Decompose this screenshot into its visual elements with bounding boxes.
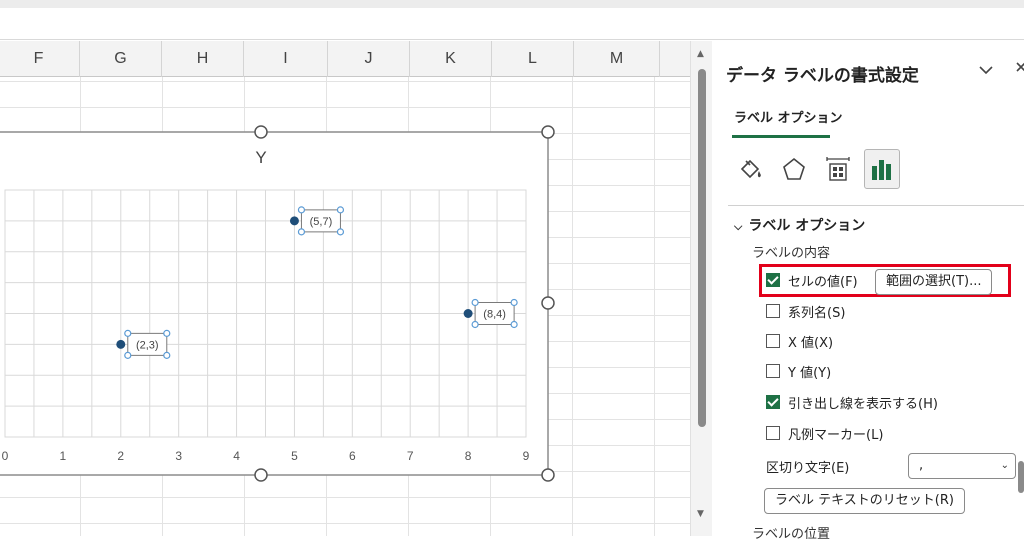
top-strip (0, 0, 1024, 8)
chevron-down-icon[interactable]: ⌵ (734, 220, 742, 234)
option-label: Y 値(Y) (788, 365, 832, 381)
separator-label: 区切り文字(E) (766, 461, 850, 476)
scroll-down-icon[interactable]: ▼ (697, 509, 704, 519)
option-label: セルの値(F) (788, 274, 858, 290)
label-resize-handle[interactable] (336, 228, 345, 236)
x-tick-label: 6 (349, 449, 356, 463)
data-point[interactable] (116, 339, 126, 349)
option-series-name[interactable]: 系列名(S) (766, 300, 845, 322)
label-position-heading: ラベルの位置 (752, 527, 831, 542)
select-range-button[interactable]: 範囲の選択(T)... (875, 269, 993, 295)
section-label-options[interactable]: ⌵ ラベル オプション (734, 215, 865, 235)
data-point[interactable] (289, 216, 299, 226)
label-resize-handle[interactable] (336, 206, 345, 214)
scrollbar-thumb[interactable] (698, 69, 706, 427)
option-label: X 値(X) (788, 335, 834, 351)
option-label: 引き出し線を表示する(H) (788, 396, 938, 412)
chevron-down-icon[interactable]: ⌄ (1001, 454, 1009, 478)
pane-title: データ ラベルの書式設定 (726, 66, 919, 86)
data-label[interactable]: (2,3) (124, 329, 171, 359)
option-leader-lines[interactable]: 引き出し線を表示する(H) (766, 391, 938, 413)
x-tick-label: 1 (60, 449, 67, 463)
label-resize-handle[interactable] (163, 329, 171, 337)
data-point[interactable] (463, 309, 473, 318)
option-label: 凡例マーカー(L) (788, 427, 884, 443)
checkbox-y-value[interactable] (766, 364, 780, 378)
checkbox-series-name[interactable] (766, 304, 780, 318)
data-label-text[interactable]: (5,7) (310, 216, 333, 228)
bar-chart-icon[interactable] (864, 149, 900, 189)
option-label: 系列名(S) (788, 305, 846, 321)
worksheet[interactable]: F G H I J K L M Y 0123456789 (5,7) (2,3)(… (0, 41, 690, 536)
close-icon[interactable] (1016, 59, 1024, 78)
x-tick-label: 4 (233, 449, 240, 463)
scroll-up-icon[interactable]: ▲ (697, 49, 704, 59)
resize-handle-bottom[interactable] (254, 468, 268, 482)
checkbox-leader-lines[interactable] (766, 395, 780, 409)
label-resize-handle[interactable] (471, 298, 479, 307)
x-tick-label: 2 (117, 449, 124, 463)
label-resize-handle[interactable] (124, 329, 132, 337)
data-label[interactable]: (5,7) (297, 206, 345, 236)
pane-scrollbar-thumb[interactable] (1018, 461, 1024, 493)
format-data-labels-pane: データ ラベルの書式設定 ラベル オプション ⌵ ラベル オプション ラベルの内容… (712, 41, 1024, 542)
formula-bar[interactable] (0, 8, 1024, 40)
pane-divider (728, 205, 1024, 206)
label-resize-handle[interactable] (510, 320, 518, 329)
checkbox-x-value[interactable] (766, 334, 780, 348)
label-resize-handle[interactable] (124, 351, 132, 359)
label-resize-handle[interactable] (297, 206, 306, 214)
paint-bucket-icon[interactable] (732, 149, 768, 189)
chart-title[interactable]: Y (255, 148, 266, 167)
reset-label-text-button[interactable]: ラベル テキストのリセット(R) (764, 488, 965, 514)
data-label[interactable]: (8,4) (471, 298, 518, 329)
section-title: ラベル オプション (748, 218, 866, 234)
label-resize-handle[interactable] (510, 298, 518, 307)
vertical-scrollbar[interactable]: ▲ ▼ (690, 41, 712, 536)
x-tick-label: 5 (291, 449, 298, 463)
option-legend-key[interactable]: 凡例マーカー(L) (766, 422, 883, 444)
label-resize-handle[interactable] (297, 228, 306, 236)
x-tick-label: 3 (175, 449, 182, 463)
resize-handle-right[interactable] (541, 296, 555, 310)
resize-handle-top-right[interactable] (541, 125, 555, 139)
x-tick-label: 9 (523, 449, 530, 463)
label-contents-heading: ラベルの内容 (752, 246, 831, 261)
data-label-text[interactable]: (8,4) (483, 309, 506, 321)
option-cell-value[interactable]: セルの値(F) (766, 269, 858, 291)
data-label-text[interactable]: (2,3) (136, 339, 159, 351)
separator-value: , (919, 458, 924, 473)
separator-select[interactable]: , ⌄ (908, 453, 1016, 479)
resize-handle-bottom-right[interactable] (541, 468, 555, 482)
size-properties-icon[interactable] (820, 149, 856, 189)
tab-label-options[interactable]: ラベル オプション (734, 107, 843, 126)
pentagon-icon[interactable] (776, 149, 812, 189)
label-resize-handle[interactable] (471, 320, 479, 329)
scatter-chart[interactable]: Y 0 1 2 3 4 5 6 7 8 9 (5,7) (2,3) (8,4) (0, 41, 690, 536)
checkbox-legend-key[interactable] (766, 426, 780, 440)
checkbox-cell-value[interactable] (766, 273, 780, 287)
option-y-value[interactable]: Y 値(Y) (766, 360, 831, 382)
x-tick-label: 8 (465, 449, 472, 463)
label-resize-handle[interactable] (163, 351, 171, 359)
resize-handle-top[interactable] (254, 125, 268, 139)
active-tab-indicator (732, 135, 830, 138)
x-tick-label: 0 (2, 449, 9, 463)
chevron-down-icon[interactable] (978, 61, 994, 80)
option-x-value[interactable]: X 値(X) (766, 330, 833, 352)
x-tick-label: 7 (407, 449, 414, 463)
